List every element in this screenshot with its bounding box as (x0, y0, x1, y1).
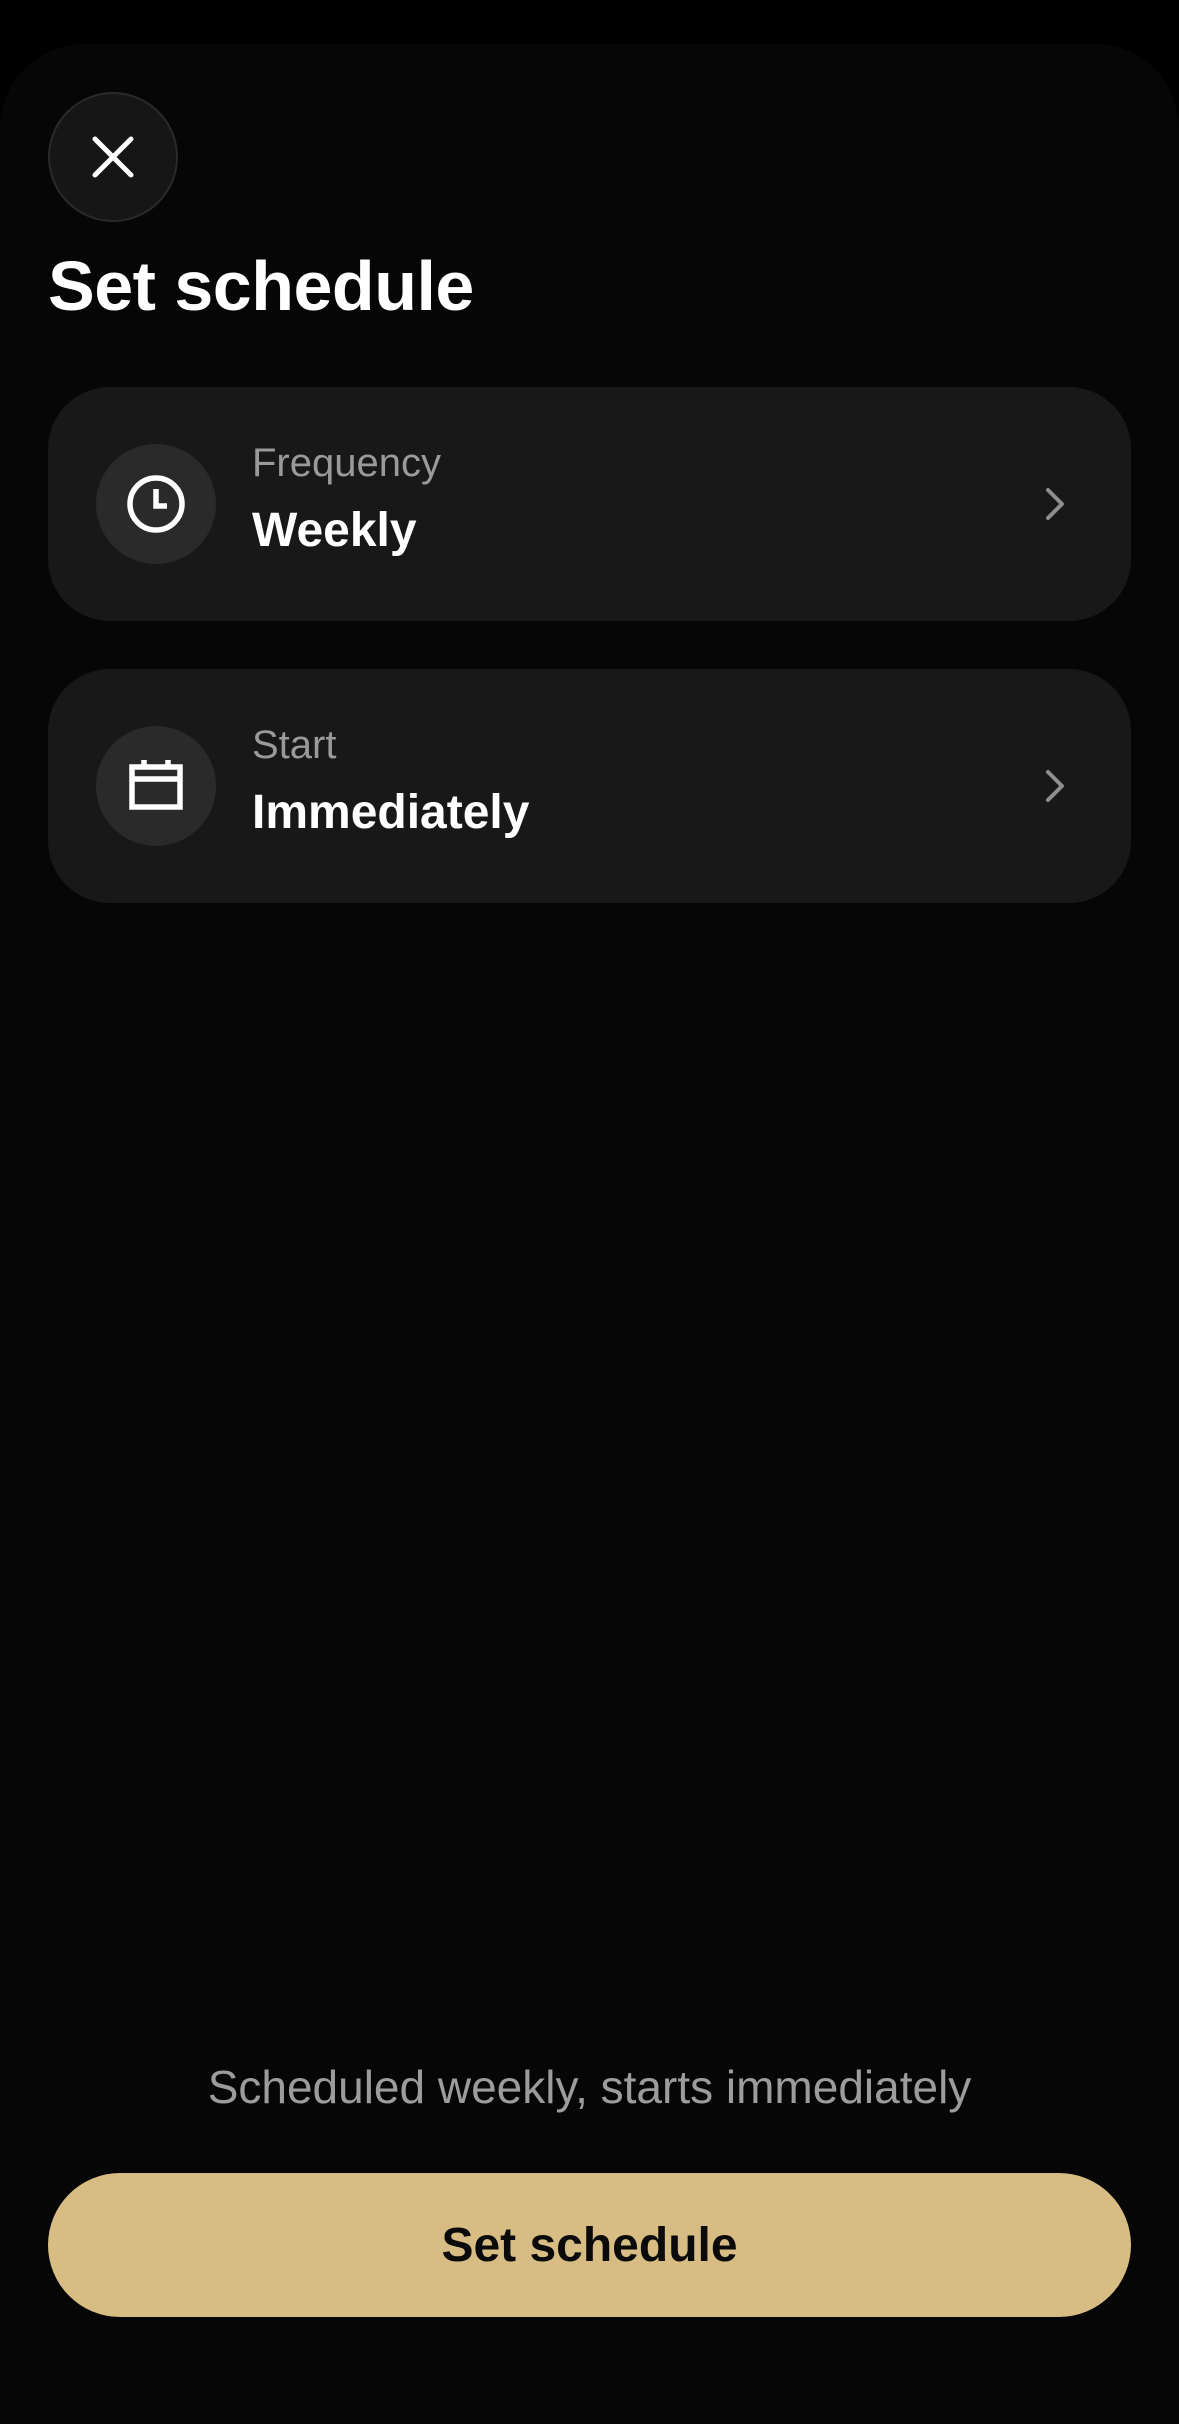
chevron-right-icon (1046, 770, 1064, 802)
frequency-icon-container (96, 444, 216, 564)
close-button[interactable] (48, 92, 178, 222)
start-icon-container (96, 726, 216, 846)
frequency-value: Weekly (252, 504, 417, 557)
set-schedule-button[interactable]: Set schedule (48, 2173, 1131, 2317)
close-icon (92, 136, 134, 178)
chevron-right-icon (1046, 488, 1064, 520)
start-label: Start (252, 723, 337, 767)
start-row[interactable]: Start Immediately (48, 669, 1131, 903)
bottom-sheet: Set schedule Frequency Weekly Start Imme… (0, 44, 1179, 2424)
page-title: Set schedule (48, 247, 474, 325)
calendar-icon (129, 760, 183, 810)
clock-icon (127, 475, 185, 533)
frequency-label: Frequency (252, 441, 441, 485)
schedule-summary: Scheduled weekly, starts immediately (207, 2061, 972, 2113)
frequency-row[interactable]: Frequency Weekly (48, 387, 1131, 621)
start-value: Immediately (252, 786, 530, 839)
